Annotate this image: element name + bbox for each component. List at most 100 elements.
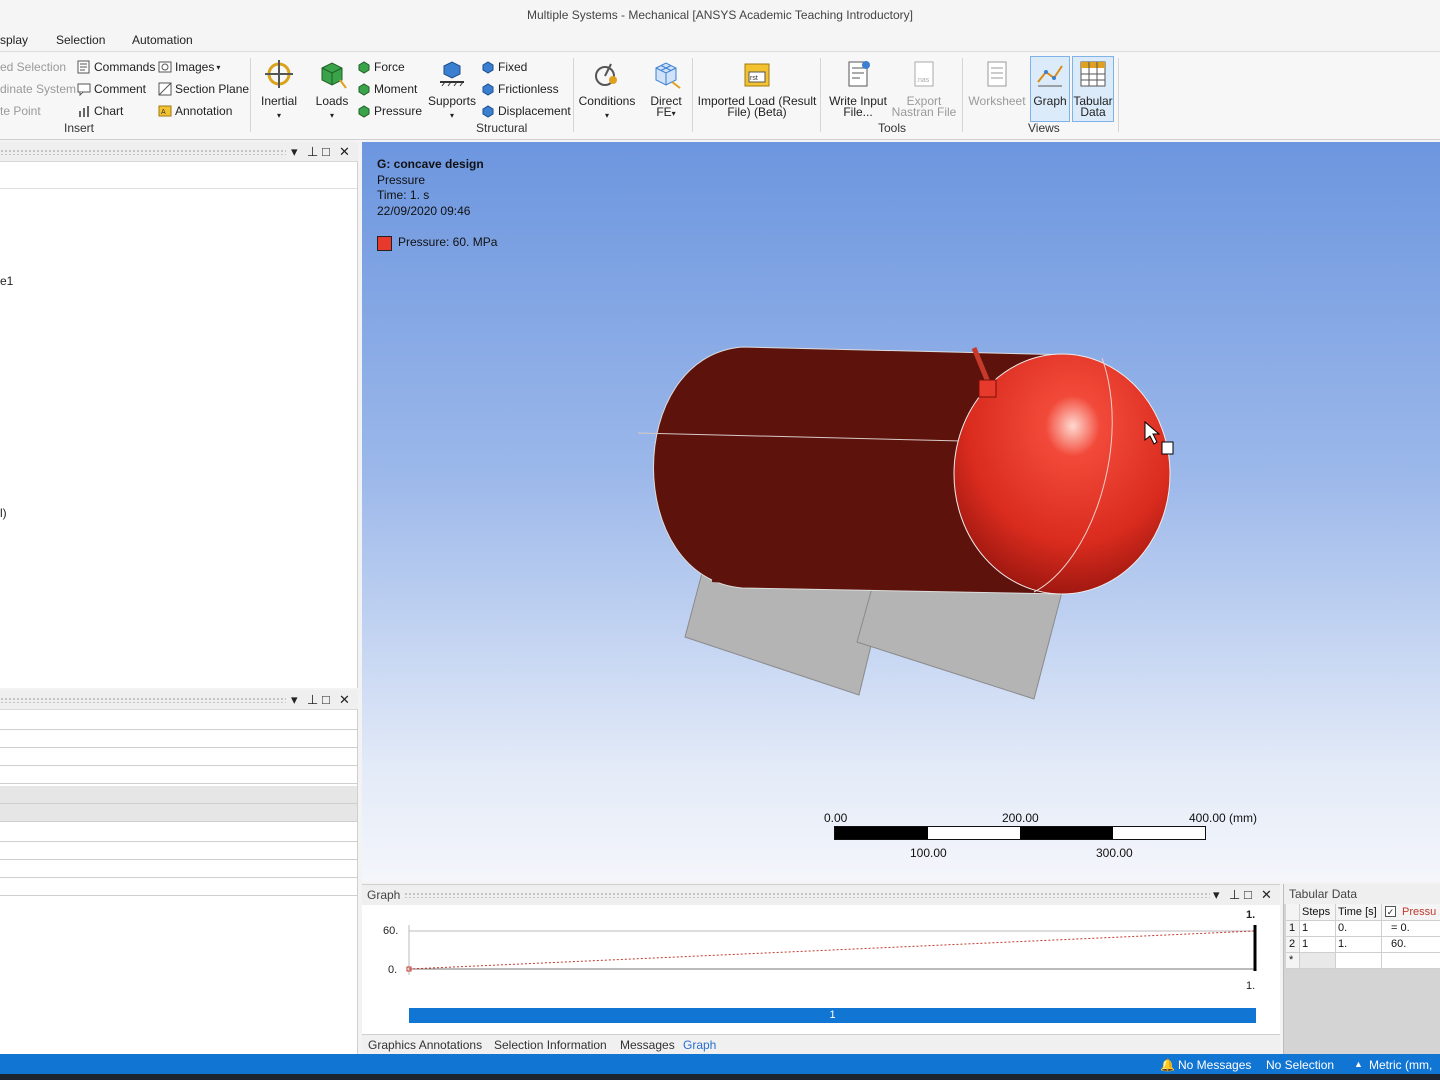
panel-grip[interactable] xyxy=(0,697,286,703)
direct-fe-label-2: FE xyxy=(656,105,672,119)
comment-icon xyxy=(77,83,91,96)
panel-grip[interactable] xyxy=(0,149,286,155)
table-row-index: * xyxy=(1286,953,1300,969)
images-label: Images xyxy=(175,60,215,74)
export-nastran-file-button[interactable]: .nas Export Nastran File xyxy=(890,58,958,118)
table-cell[interactable] xyxy=(1336,953,1382,969)
table-cell[interactable] xyxy=(1382,953,1440,969)
moment-button[interactable]: Moment xyxy=(357,82,417,96)
messages-icon[interactable]: 🔔 xyxy=(1160,1058,1175,1072)
pressure-button[interactable]: Pressure xyxy=(357,104,422,118)
details-row[interactable] xyxy=(0,842,357,860)
supports-button[interactable]: Supports ▾ xyxy=(427,58,477,121)
table-cell[interactable]: 1 xyxy=(1300,921,1336,937)
inertial-button[interactable]: Inertial ▾ xyxy=(258,58,300,121)
table-cell[interactable]: 0. xyxy=(1336,921,1382,937)
inertial-icon xyxy=(265,60,293,88)
table-cell[interactable]: 1. xyxy=(1336,937,1382,953)
step-bar[interactable]: 1 xyxy=(409,1008,1256,1023)
pin-icon[interactable]: ⊥ xyxy=(307,692,318,708)
tree-item-fragment[interactable]: e1 xyxy=(0,274,13,288)
outline-divider xyxy=(0,188,357,189)
comment-button[interactable]: Comment xyxy=(77,82,146,96)
status-units[interactable]: Metric (mm, xyxy=(1369,1058,1432,1072)
remote-point-button[interactable]: te Point xyxy=(0,104,41,118)
displacement-label: Displacement xyxy=(498,104,571,118)
fixed-support-icon xyxy=(482,61,494,74)
table-icon xyxy=(1080,61,1106,87)
table-cell[interactable]: = 0. xyxy=(1382,921,1440,937)
svg-text:A: A xyxy=(161,109,166,116)
window-title: Multiple Systems - Mechanical [ANSYS Aca… xyxy=(0,0,1440,30)
tab-graphics-annotations[interactable]: Graphics Annotations xyxy=(368,1038,482,1052)
details-row[interactable] xyxy=(0,824,357,842)
pressure-column-checkbox[interactable]: ✓ xyxy=(1385,906,1396,917)
details-row[interactable] xyxy=(0,878,357,896)
conditions-label: Conditions xyxy=(578,94,636,108)
fixed-support-button[interactable]: Fixed xyxy=(481,60,527,74)
scale-label: 300.00 xyxy=(1096,846,1133,860)
pressure-icon xyxy=(358,105,370,118)
loads-button[interactable]: Loads ▾ xyxy=(312,58,352,121)
frictionless-support-icon xyxy=(482,83,494,96)
details-row[interactable] xyxy=(0,748,357,766)
commands-label: Commands xyxy=(94,60,156,74)
pin-icon[interactable]: ⊥ xyxy=(307,144,318,160)
details-row[interactable] xyxy=(0,730,357,748)
table-row-index: 2 xyxy=(1286,937,1300,953)
displacement-button[interactable]: Displacement xyxy=(481,104,571,118)
table-header[interactable]: Steps xyxy=(1300,904,1336,921)
loads-icon xyxy=(321,62,347,89)
tab-messages[interactable]: Messages xyxy=(620,1038,675,1052)
worksheet-icon xyxy=(987,61,1007,87)
images-button[interactable]: Images ▾ xyxy=(158,60,220,74)
table-cell[interactable]: 1 xyxy=(1300,937,1336,953)
imported-load-button[interactable]: rst Imported Load (Result File) (Beta) xyxy=(697,58,817,118)
conditions-button[interactable]: Conditions ▾ xyxy=(577,58,637,121)
pressure-vessel-model[interactable] xyxy=(362,142,1440,882)
coordinate-system-button[interactable]: dinate System xyxy=(0,82,76,96)
panel-menu-icon[interactable]: ▾ xyxy=(291,144,298,160)
commands-button[interactable]: Commands xyxy=(77,60,155,74)
graph-toggle-button[interactable]: Graph xyxy=(1030,58,1070,107)
tab-graph[interactable]: Graph xyxy=(683,1038,716,1052)
chevron-up-icon[interactable]: ▲ xyxy=(1354,1059,1363,1069)
table-header[interactable]: Time [s] xyxy=(1336,904,1382,921)
tab-display[interactable]: splay xyxy=(0,33,28,47)
section-plane-button[interactable]: Section Plane xyxy=(158,82,249,96)
maximize-icon[interactable]: □ xyxy=(322,692,330,707)
status-messages[interactable]: No Messages xyxy=(1178,1058,1251,1072)
close-icon[interactable]: ✕ xyxy=(339,144,350,160)
details-row[interactable] xyxy=(0,786,357,804)
panel-menu-icon[interactable]: ▾ xyxy=(291,692,298,708)
close-icon[interactable]: ✕ xyxy=(339,692,350,708)
chart-button[interactable]: Chart xyxy=(77,104,123,118)
graphics-viewport[interactable]: G: concave design Pressure Time: 1. s 22… xyxy=(362,142,1440,882)
table-row-index: 1 xyxy=(1286,921,1300,937)
export-nastran-label-2: Nastran File xyxy=(891,105,957,119)
tabular-data-toggle-button[interactable]: Tabular Data xyxy=(1072,58,1114,118)
ribbon-separator xyxy=(962,58,963,132)
details-row[interactable] xyxy=(0,860,357,878)
direct-fe-button[interactable]: Direct FE▾ xyxy=(644,58,688,119)
maximize-icon[interactable]: □ xyxy=(322,144,330,159)
annotation-icon: A xyxy=(158,105,172,117)
details-row[interactable] xyxy=(0,766,357,784)
write-input-file-button[interactable]: Write Input File... xyxy=(826,58,890,118)
tab-selection-information[interactable]: Selection Information xyxy=(494,1038,607,1052)
frictionless-support-button[interactable]: Frictionless xyxy=(481,82,559,96)
scale-label: 200.00 xyxy=(1002,811,1039,825)
details-row[interactable] xyxy=(0,804,357,822)
tab-selection[interactable]: Selection xyxy=(56,33,105,47)
table-cell[interactable]: 60. xyxy=(1382,937,1440,953)
annotation-button[interactable]: A Annotation xyxy=(158,104,232,118)
details-row[interactable] xyxy=(0,712,357,730)
tree-item-fragment[interactable]: l) xyxy=(0,506,7,520)
worksheet-button[interactable]: Worksheet xyxy=(966,58,1028,107)
table-cell[interactable] xyxy=(1300,953,1336,969)
svg-text:rst: rst xyxy=(750,75,758,82)
tab-automation[interactable]: Automation xyxy=(132,33,193,47)
table-header[interactable]: ✓ Pressu xyxy=(1382,904,1440,921)
force-button[interactable]: Force xyxy=(357,60,405,74)
named-selection-button[interactable]: ed Selection xyxy=(0,60,66,74)
